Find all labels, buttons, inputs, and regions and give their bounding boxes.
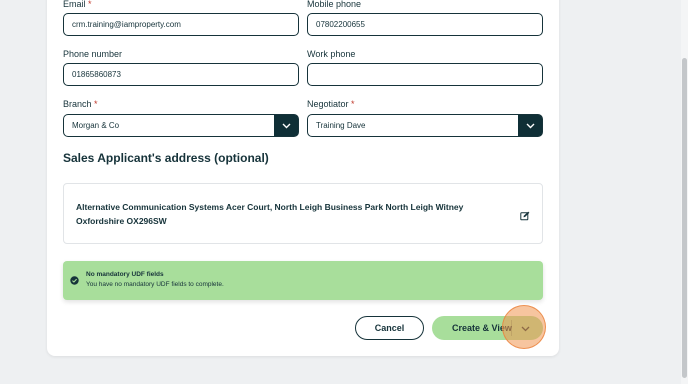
button-divider — [511, 320, 512, 336]
email-value: crm.training@iamproperty.com — [72, 20, 181, 29]
phone-number-value: 01865860873 — [72, 70, 121, 79]
mobile-phone-field[interactable]: 07802200655 — [307, 13, 543, 36]
udf-notice-message: You have no mandatory UDF fields to comp… — [86, 281, 224, 288]
mobile-phone-value: 07802200655 — [316, 20, 365, 29]
address-section-title: Sales Applicant's address (optional) — [63, 151, 269, 165]
create-and-view-label: Create & View — [452, 323, 512, 333]
cancel-button[interactable]: Cancel — [355, 316, 424, 340]
negotiator-dropdown-toggle[interactable] — [518, 115, 542, 136]
check-circle-icon — [70, 272, 79, 290]
create-and-view-button[interactable]: Create & View — [432, 316, 543, 340]
email-label: Email * — [63, 0, 92, 9]
mobile-phone-label: Mobile phone — [307, 0, 362, 9]
email-field[interactable]: crm.training@iamproperty.com — [63, 13, 299, 36]
negotiator-label: Negotiator * — [307, 99, 355, 109]
branch-label: Branch * — [63, 99, 98, 109]
phone-number-field[interactable]: 01865860873 — [63, 63, 299, 86]
work-phone-field[interactable] — [307, 63, 543, 86]
chevron-down-icon[interactable] — [521, 324, 530, 334]
address-card: Alternative Communication Systems Acer C… — [63, 183, 543, 244]
address-text: Alternative Communication Systems Acer C… — [76, 202, 464, 226]
form-card — [47, 0, 559, 356]
negotiator-value: Training Dave — [316, 121, 366, 130]
branch-value: Morgan & Co — [72, 121, 120, 130]
branch-select[interactable]: Morgan & Co — [63, 114, 299, 137]
negotiator-select[interactable]: Training Dave — [307, 114, 543, 137]
branch-dropdown-toggle[interactable] — [274, 115, 298, 136]
udf-notice: No mandatory UDF fields You have no mand… — [63, 261, 543, 300]
work-phone-label: Work phone — [307, 49, 356, 59]
udf-notice-title: No mandatory UDF fields — [86, 271, 164, 278]
edit-icon[interactable] — [520, 208, 530, 226]
chevron-down-icon — [526, 123, 534, 128]
scrollbar-thumb[interactable] — [682, 58, 687, 378]
phone-number-label: Phone number — [63, 49, 123, 59]
chevron-down-icon — [282, 123, 290, 128]
